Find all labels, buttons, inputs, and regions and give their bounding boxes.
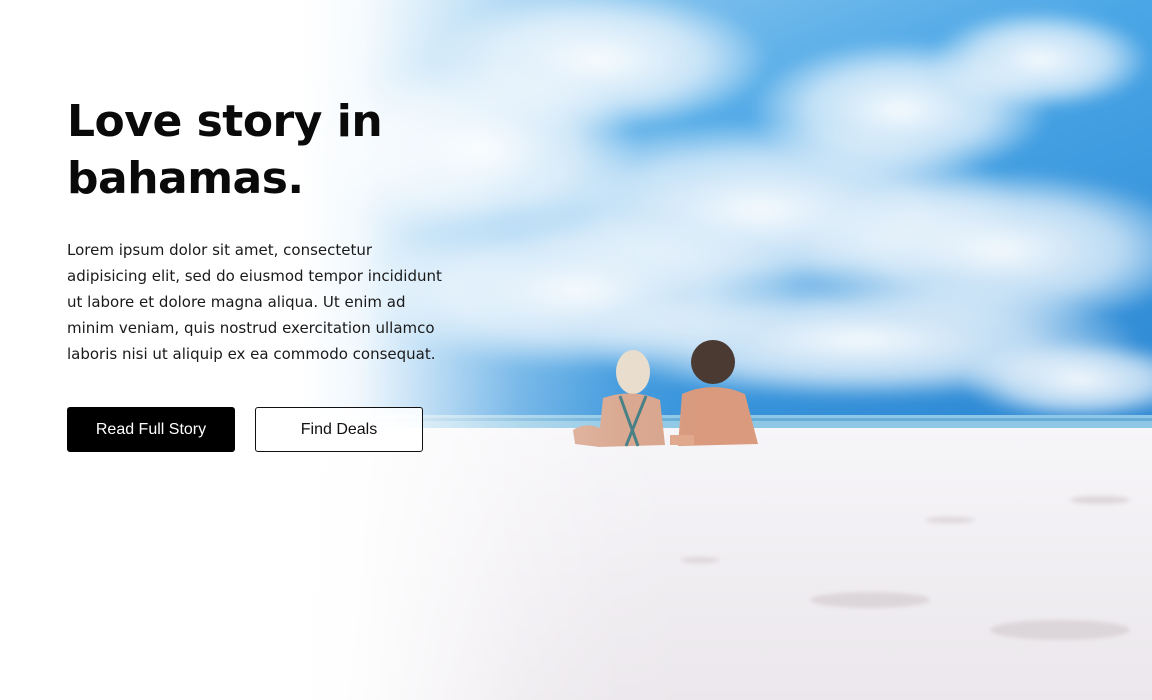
hero-title: Love story in bahamas. <box>67 96 383 204</box>
hero-buttons: Read Full Story Find Deals <box>67 407 423 452</box>
read-full-story-button[interactable]: Read Full Story <box>67 407 235 452</box>
hero-content: Love story in bahamas. Lorem ipsum dolor… <box>67 93 467 367</box>
find-deals-button[interactable]: Find Deals <box>255 407 423 452</box>
hero-description: Lorem ipsum dolor sit amet, consectetur … <box>67 241 442 363</box>
hero-section: Love story in bahamas. Lorem ipsum dolor… <box>0 0 1152 700</box>
